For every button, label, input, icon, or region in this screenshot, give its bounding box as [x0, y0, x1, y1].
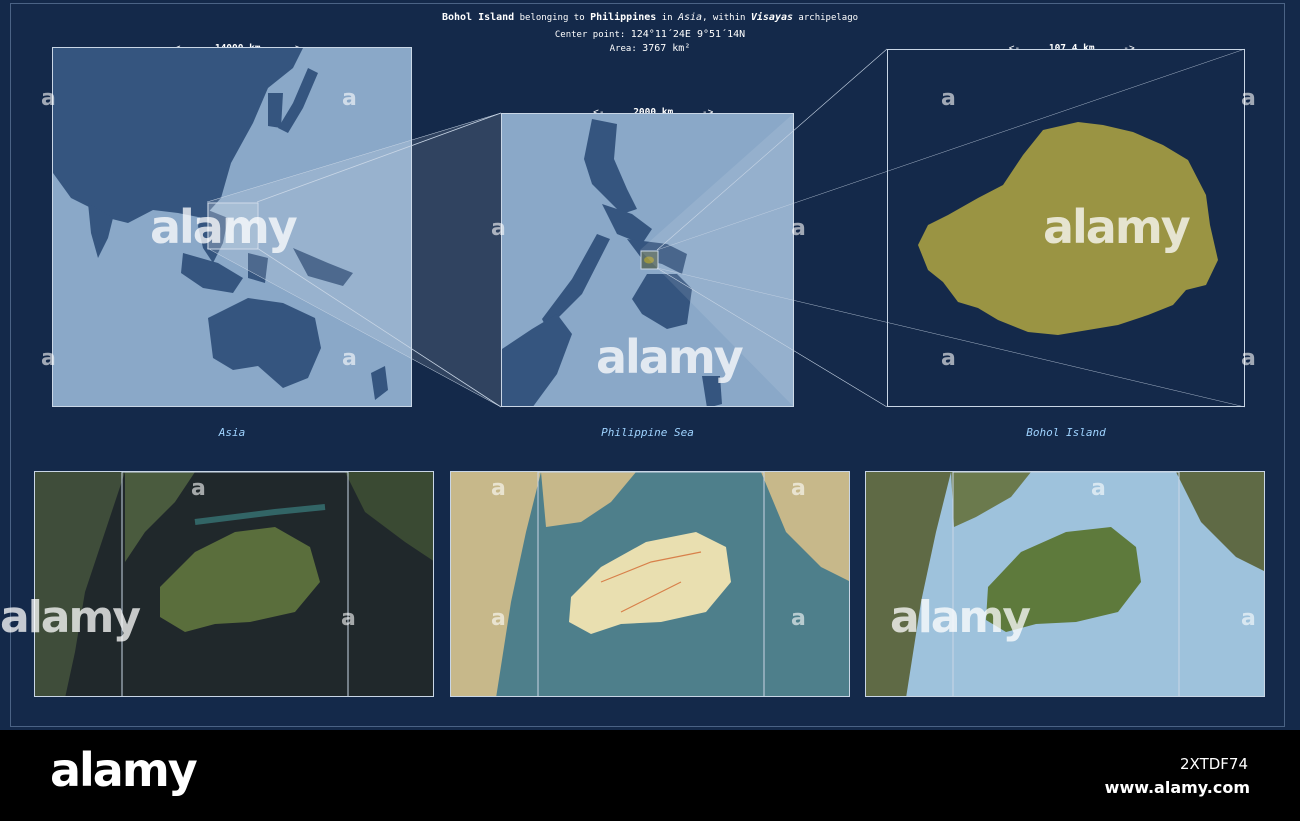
watermark-text: alamy: [150, 200, 298, 254]
watermark-mark: a: [791, 216, 806, 241]
watermark-mark: a: [191, 476, 206, 501]
watermark-mark: a: [941, 86, 956, 111]
island-name: Bohol Island: [441, 12, 515, 23]
satellite-map: [35, 472, 433, 696]
title-text: , within: [702, 13, 751, 23]
caption-philippine-sea: Philippine Sea: [601, 426, 694, 439]
satellite-map-tile: [34, 471, 434, 697]
korea-landmass: [268, 93, 283, 128]
watermark-mark: a: [941, 346, 956, 371]
watermark-mark: a: [491, 216, 506, 241]
caption-bohol: Bohol Island: [1026, 426, 1106, 439]
watermark-mark: a: [1241, 606, 1256, 631]
site-url[interactable]: www.alamy.com: [1105, 778, 1250, 797]
borneo-landmass: [502, 314, 572, 406]
map-title: Bohol Island belonging to Philippines in…: [0, 12, 1300, 23]
road-map: [451, 472, 849, 696]
asia-landmass: [53, 48, 303, 223]
new-zealand-landmass: [371, 366, 388, 400]
area-value: 3767 km²: [642, 43, 691, 54]
palawan-landmass: [542, 234, 610, 329]
watermark-mark: a: [791, 606, 806, 631]
watermark-text: alamy: [1043, 200, 1191, 254]
bohol-highlight: [644, 256, 654, 264]
image-id: 2XTDF74: [1180, 755, 1248, 773]
title-text: belonging to: [514, 13, 591, 23]
watermark-mark: a: [1241, 86, 1256, 111]
watermark-mark: a: [342, 346, 357, 371]
country-name: Philippines: [590, 12, 657, 23]
title-text: archipelago: [793, 13, 859, 23]
watermark-text: alamy: [596, 330, 744, 384]
borneo-landmass: [248, 253, 268, 283]
mindanao-landmass: [632, 274, 692, 329]
continent-name: Asia: [677, 12, 703, 23]
luzon-landmass: [584, 119, 637, 214]
watermark-mark: a: [1241, 346, 1256, 371]
relief-map: [866, 472, 1264, 696]
title-text: in: [656, 13, 678, 23]
center-value: 124°11´24E 9°51´14N: [630, 29, 746, 40]
watermark-text: alamy: [890, 592, 1031, 643]
japan-landmass: [278, 68, 318, 133]
watermark-mark: a: [41, 346, 56, 371]
watermark-text: alamy: [0, 592, 141, 643]
watermark-mark: a: [341, 606, 356, 631]
australia-landmass: [208, 298, 321, 388]
alamy-logo: alamy: [50, 743, 198, 797]
watermark-mark: a: [1091, 476, 1106, 501]
archipelago-name: Visayas: [750, 12, 794, 23]
caption-asia: Asia: [218, 426, 246, 439]
new-guinea-landmass: [293, 248, 353, 286]
watermark-mark: a: [791, 476, 806, 501]
watermark-mark: a: [342, 86, 357, 111]
watermark-mark: a: [491, 606, 506, 631]
watermark-mark: a: [491, 476, 506, 501]
area-label: Area:: [609, 44, 643, 54]
road-map-tile: [450, 471, 850, 697]
relief-map-tile: [865, 471, 1265, 697]
center-label: Center point:: [554, 30, 631, 40]
watermark-mark: a: [41, 86, 56, 111]
